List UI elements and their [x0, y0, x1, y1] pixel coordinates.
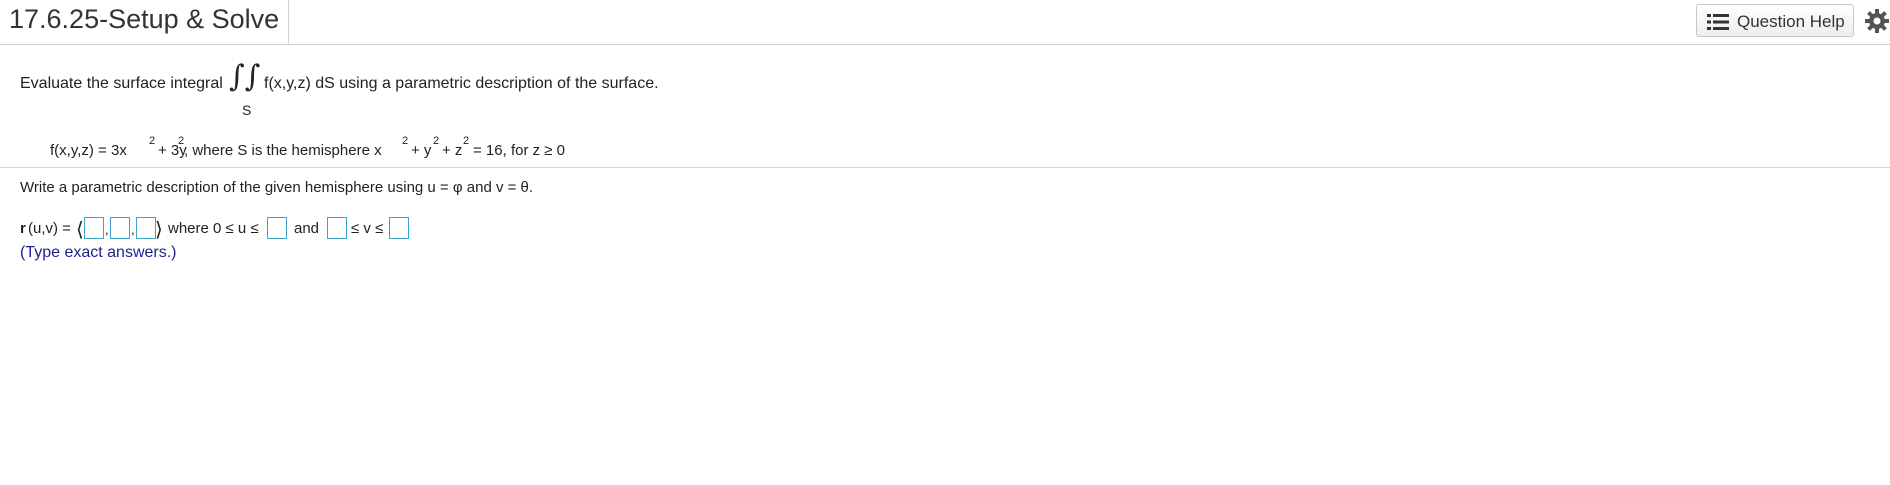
- double-integral-symbol: ∫∫: [229, 59, 261, 94]
- r-label: r: [20, 220, 26, 237]
- hemisphere-text: , where S is the hemisphere x: [184, 142, 382, 159]
- intro-prefix: Evaluate the surface integral: [20, 75, 223, 92]
- r-args: (u,v) =: [28, 220, 71, 237]
- r-component-2-input[interactable]: [110, 217, 130, 239]
- equation-rhs: = 16, for z ≥ 0: [473, 142, 566, 159]
- plus-z: + z: [442, 142, 463, 159]
- r-component-3-input[interactable]: [136, 217, 156, 239]
- list-icon: [1707, 14, 1729, 30]
- question-help-label: Question Help: [1737, 12, 1845, 31]
- question-help-button[interactable]: Question Help: [1696, 4, 1854, 37]
- answer-hint: (Type exact answers.): [20, 244, 177, 261]
- angle-open: ⟨: [76, 219, 84, 241]
- function-lhs: f(x,y,z) = 3x: [50, 142, 127, 159]
- integral-subscript: S: [242, 102, 252, 118]
- v-upper-bound-input[interactable]: [389, 217, 409, 239]
- exponent: 2: [433, 135, 440, 147]
- plus-y: + y: [411, 142, 432, 159]
- exponent: 2: [463, 135, 470, 147]
- exponent: 2: [149, 135, 156, 147]
- section-divider: [0, 167, 1890, 168]
- exponent: 2: [402, 135, 409, 147]
- question-title: 17.6.25-Setup & Solve: [9, 4, 280, 34]
- gear-icon[interactable]: [1864, 8, 1890, 34]
- u-upper-bound-input[interactable]: [267, 217, 287, 239]
- v-range-text: ≤ v ≤: [351, 220, 384, 237]
- v-lower-bound-input[interactable]: [327, 217, 347, 239]
- gear-icon-graphic: [1865, 9, 1889, 33]
- question-header: 17.6.25-Setup & Solve Question Help: [0, 0, 1890, 45]
- comma-separator: ,: [131, 222, 135, 237]
- where-u-range-text: where 0 ≤ u ≤: [168, 220, 259, 237]
- angle-close: ⟩: [155, 219, 163, 241]
- comma-separator: ,: [105, 222, 109, 237]
- part-instruction: Write a parametric description of the gi…: [20, 179, 534, 196]
- title-box: 17.6.25-Setup & Solve: [0, 0, 289, 44]
- r-component-1-input[interactable]: [84, 217, 104, 239]
- and-text: and: [294, 220, 320, 237]
- intro-suffix: f(x,y,z) dS using a parametric descripti…: [264, 75, 659, 92]
